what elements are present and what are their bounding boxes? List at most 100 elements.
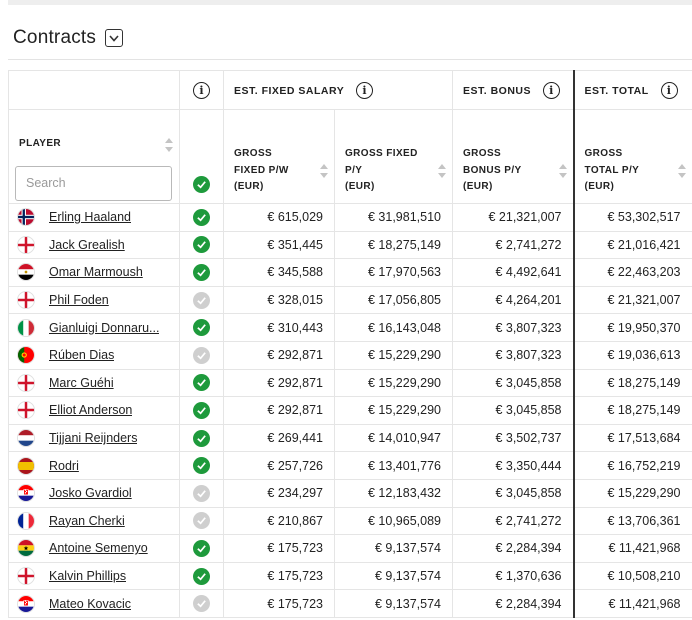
fixed-pw-cell: € 257,726 xyxy=(223,451,335,480)
player-cell: Josko Gvardiol xyxy=(8,478,180,508)
table-row[interactable]: Kalvin Phillips € 175,723 € 9,137,574 € … xyxy=(8,561,692,591)
check-inactive-icon[interactable] xyxy=(193,595,210,613)
total-label: EST. TOTAL xyxy=(584,84,649,97)
england-flag-icon xyxy=(17,373,35,392)
fixed-py-cell: € 31,981,510 xyxy=(334,203,453,232)
sort-icon[interactable] xyxy=(438,164,446,178)
status-cell xyxy=(179,203,224,232)
player-name-link[interactable]: Rodri xyxy=(49,459,79,473)
check-inactive-icon[interactable] xyxy=(193,291,210,309)
player-cell: Mateo Kovacic xyxy=(8,589,180,618)
sort-icon[interactable] xyxy=(677,164,686,178)
player-name-link[interactable]: Gianluigi Donnaru... xyxy=(49,321,159,335)
fixed-py-cell: € 14,010,947 xyxy=(334,423,453,453)
status-cell xyxy=(179,313,224,342)
bonus-py-cell: € 2,741,272 xyxy=(452,230,574,260)
info-icon[interactable]: i xyxy=(193,82,210,99)
fixed-pw-line2: FIXED P/W xyxy=(234,164,289,176)
bonus-py-cell: € 3,045,858 xyxy=(452,396,574,425)
bonus-py-line3: (EUR) xyxy=(463,181,493,192)
status-cell xyxy=(179,368,224,398)
table-row[interactable]: Erling Haaland € 615,029 € 31,981,510 € … xyxy=(8,203,692,232)
info-icon[interactable]: i xyxy=(543,82,561,100)
info-icon[interactable]: i xyxy=(356,82,374,100)
section-header: Contracts xyxy=(13,26,124,50)
sort-icon[interactable] xyxy=(558,164,567,178)
check-icon[interactable] xyxy=(193,429,210,447)
bonus-py-line1: GROSS xyxy=(463,148,502,159)
player-name-link[interactable]: Elliot Anderson xyxy=(49,403,132,417)
info-icon[interactable]: i xyxy=(660,82,678,100)
check-icon[interactable] xyxy=(193,539,210,557)
fixed-pw-cell: € 292,871 xyxy=(223,396,335,425)
check-icon[interactable] xyxy=(193,457,210,475)
player-cell: Gianluigi Donnaru... xyxy=(8,313,180,342)
table-row[interactable]: Gianluigi Donnaru... € 310,443 € 16,143,… xyxy=(8,313,692,342)
table-row[interactable]: Omar Marmoush € 345,588 € 17,970,563 € 4… xyxy=(8,258,692,287)
check-icon[interactable] xyxy=(193,567,210,585)
column-header-bonus-py[interactable]: GROSS BONUS P/Y (EUR) xyxy=(452,109,574,204)
total-py-line3: (EUR) xyxy=(584,181,615,192)
player-cell: Kalvin Phillips xyxy=(8,561,180,591)
check-inactive-icon[interactable] xyxy=(193,346,210,364)
check-icon[interactable] xyxy=(193,176,210,193)
column-header-fixed-pw[interactable]: GROSS FIXED P/W (EUR) xyxy=(223,109,335,204)
table-row[interactable]: Jack Grealish € 351,445 € 18,275,149 € 2… xyxy=(8,230,692,260)
table-row[interactable]: Mateo Kovacic € 175,723 € 9,137,574 € 2,… xyxy=(8,589,692,618)
fixed-pw-line1: GROSS xyxy=(234,148,273,159)
status-cell xyxy=(179,506,224,536)
total-py-cell: € 15,229,290 xyxy=(572,478,692,508)
fixed-pw-line3: (EUR) xyxy=(234,181,264,192)
chevron-down-icon[interactable] xyxy=(105,29,124,47)
player-name-link[interactable]: Erling Haaland xyxy=(49,210,131,224)
check-inactive-icon[interactable] xyxy=(193,484,210,502)
bonus-py-line2: BONUS P/Y xyxy=(463,164,522,176)
player-name-link[interactable]: Antoine Semenyo xyxy=(49,541,148,555)
fixed-py-cell: € 13,401,776 xyxy=(334,451,453,480)
table-row[interactable]: Elliot Anderson € 292,871 € 15,229,290 €… xyxy=(8,396,692,425)
check-icon[interactable] xyxy=(193,374,210,392)
fixed-py-line1: GROSS FIXED xyxy=(345,148,418,159)
check-icon[interactable] xyxy=(193,319,210,337)
sort-icon[interactable] xyxy=(320,164,328,178)
table-row[interactable]: Antoine Semenyo € 175,723 € 9,137,574 € … xyxy=(8,534,692,563)
table-row[interactable]: Rayan Cherki € 210,867 € 10,965,089 € 2,… xyxy=(8,506,692,536)
player-cell: Rayan Cherki xyxy=(8,506,180,536)
fixed-py-cell: € 17,056,805 xyxy=(334,285,453,315)
player-name-link[interactable]: Jack Grealish xyxy=(49,238,125,252)
player-cell: Rúben Dias xyxy=(8,340,180,370)
player-cell: Antoine Semenyo xyxy=(8,534,180,563)
fixed-py-cell: € 16,143,048 xyxy=(334,313,453,342)
table-row[interactable]: Phil Foden € 328,015 € 17,056,805 € 4,26… xyxy=(8,285,692,315)
table-row[interactable]: Josko Gvardiol € 234,297 € 12,183,432 € … xyxy=(8,478,692,508)
check-icon[interactable] xyxy=(193,208,210,226)
fixed-pw-cell: € 210,867 xyxy=(223,506,335,536)
table-row[interactable]: Tijjani Reijnders € 269,441 € 14,010,947… xyxy=(8,423,692,453)
sort-icon[interactable] xyxy=(165,138,173,152)
column-header-status xyxy=(179,109,224,204)
column-header-fixed-py[interactable]: GROSS FIXED P/Y (EUR) xyxy=(334,109,453,204)
table-row[interactable]: Marc Guéhi € 292,871 € 15,229,290 € 3,04… xyxy=(8,368,692,398)
column-header-total-py[interactable]: GROSS TOTAL P/Y (EUR) xyxy=(572,109,692,204)
check-icon[interactable] xyxy=(193,236,210,254)
player-name-link[interactable]: Omar Marmoush xyxy=(49,265,143,279)
player-name-link[interactable]: Marc Guéhi xyxy=(49,376,114,390)
player-name-link[interactable]: Josko Gvardiol xyxy=(49,486,132,500)
column-header-player[interactable]: PLAYER xyxy=(8,109,180,204)
player-name-link[interactable]: Mateo Kovacic xyxy=(49,597,131,611)
check-inactive-icon[interactable] xyxy=(193,512,210,530)
check-icon[interactable] xyxy=(193,263,210,281)
france-flag-icon xyxy=(17,511,35,530)
total-py-cell: € 11,421,968 xyxy=(572,534,692,563)
player-name-link[interactable]: Phil Foden xyxy=(49,293,109,307)
player-name-link[interactable]: Tijjani Reijnders xyxy=(49,431,137,445)
search-input[interactable] xyxy=(15,165,172,201)
check-icon[interactable] xyxy=(193,401,210,419)
table-row[interactable]: Rúben Dias € 292,871 € 15,229,290 € 3,80… xyxy=(8,340,692,370)
portugal-flag-icon xyxy=(17,346,35,365)
table-row[interactable]: Rodri € 257,726 € 13,401,776 € 3,350,444… xyxy=(8,451,692,480)
player-name-link[interactable]: Rayan Cherki xyxy=(49,514,125,528)
fixed-pw-cell: € 234,297 xyxy=(223,478,335,508)
player-name-link[interactable]: Rúben Dias xyxy=(49,348,114,362)
player-name-link[interactable]: Kalvin Phillips xyxy=(49,569,126,583)
